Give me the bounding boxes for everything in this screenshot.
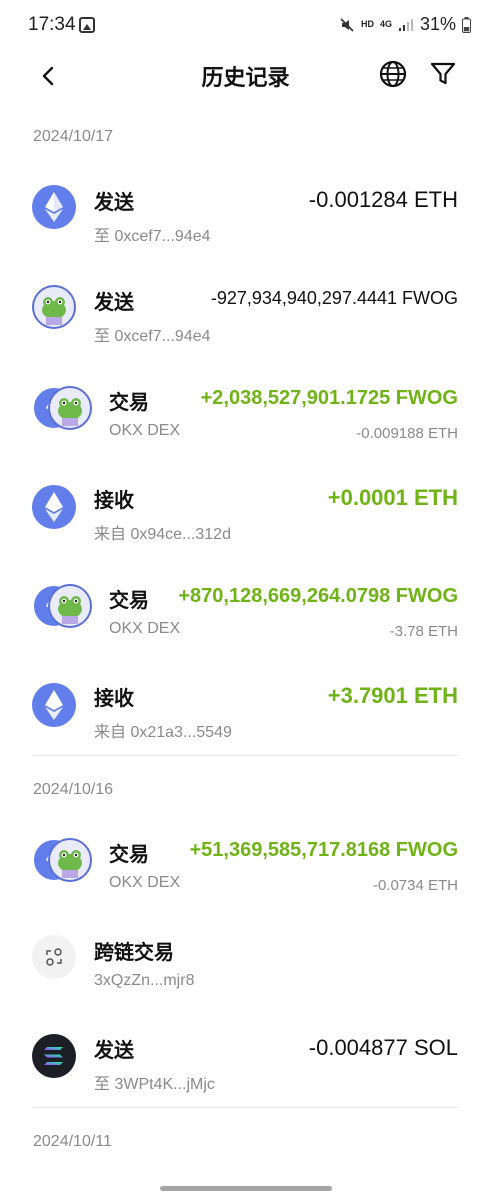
eth-icon [32,185,76,229]
transaction-type: 接收 [94,688,134,710]
sol-icon [32,1034,76,1078]
date-header: 2024/10/11 [33,1133,112,1150]
fwog-icon [32,285,76,329]
section-divider [33,755,458,756]
fwog-icon [48,386,92,430]
transaction-row[interactable]: 发送 至 3WPt4K...jMjc -0.004877 SOL [0,1030,491,1114]
transaction-counterparty: 至 0xcef7...94e4 [94,228,211,245]
swap-icon [32,580,92,628]
transaction-row[interactable]: 跨链交易 3xQzZn...mjr8 [0,932,491,1016]
transaction-counterparty: OKX DEX [109,620,181,637]
globe-icon [379,60,407,88]
token-icon-wrap [32,480,92,529]
battery-percent: 31% [419,14,456,34]
transaction-secondary-amount: -3.78 ETH [389,623,458,640]
transaction-counterparty: OKX DEX [109,874,181,891]
page-title: 历史记录 [201,65,290,90]
mute-icon [340,17,354,32]
transaction-amount: +2,038,527,901.1725 FWOG [200,387,458,409]
transaction-amount: +51,369,585,717.8168 FWOG [189,839,458,861]
transaction-amount: -0.004877 SOL [308,1035,458,1060]
fwog-icon [48,584,92,628]
transaction-type: 发送 [94,1040,134,1062]
gallery-notification-icon [79,17,95,33]
transaction-secondary-amount: -0.009188 ETH [356,425,458,442]
transaction-row[interactable]: 发送 至 0xcef7...94e4 -0.001284 ETH [0,182,491,266]
status-icons: HD 4G 31% [339,14,471,35]
token-icon-wrap [32,182,92,230]
transaction-amount: +870,128,669,264.0798 FWOG [178,585,458,607]
status-time: 17:34 [28,14,76,35]
transaction-amount: +3.7901 ETH [327,683,458,708]
transaction-type: 跨链交易 [94,942,174,964]
transaction-row[interactable]: 交易 OKX DEX +51,369,585,717.8168 FWOG -0.… [0,834,491,918]
eth-icon [32,485,76,529]
fwog-icon [48,838,92,882]
transaction-type: 接收 [94,490,134,512]
transaction-counterparty: 来自 0x94ce...312d [94,526,231,543]
transaction-row[interactable]: 接收 来自 0x94ce...312d +0.0001 ETH [0,480,491,564]
swap-icon [32,382,92,430]
section-divider [33,1107,458,1108]
transaction-counterparty: 至 3WPt4K...jMjc [94,1076,215,1093]
transaction-amount: -927,934,940,297.4441 FWOG [210,288,458,308]
token-icon-wrap [32,282,92,330]
date-header: 2024/10/17 [33,128,114,145]
filter-icon [430,62,456,85]
transaction-type: 发送 [94,292,134,314]
token-icon-wrap [32,1030,92,1078]
hd-label: HD [360,19,374,29]
token-icon-wrap [32,932,92,980]
transaction-row[interactable]: 交易 OKX DEX +870,128,669,264.0798 FWOG -3… [0,580,491,664]
language-button[interactable] [377,58,409,90]
transaction-row[interactable]: 发送 至 0xcef7...94e4 -927,934,940,297.4441… [0,282,491,366]
transaction-row[interactable]: 接收 来自 0x21a3...5549 +3.7901 ETH [0,678,491,762]
transaction-row[interactable]: 交易 OKX DEX +2,038,527,901.1725 FWOG -0.0… [0,382,491,466]
date-header: 2024/10/16 [33,781,114,798]
filter-button[interactable] [427,58,459,90]
transaction-counterparty: 来自 0x21a3...5549 [94,724,232,741]
network-type-label: 4G [379,19,392,29]
transaction-counterparty: OKX DEX [109,422,181,439]
transaction-type: 交易 [109,392,149,414]
transaction-type: 发送 [94,192,134,214]
token-icon-wrap [32,678,92,727]
transaction-counterparty: 3xQzZn...mjr8 [94,972,195,989]
home-indicator[interactable] [160,1186,332,1191]
transaction-type: 交易 [109,590,149,612]
app-header: 历史记录 [0,52,491,100]
transaction-amount: +0.0001 ETH [327,485,458,510]
transaction-secondary-amount: -0.0734 ETH [372,877,458,894]
signal-icon [398,18,413,31]
battery-icon [462,16,471,33]
transaction-counterparty: 至 0xcef7...94e4 [94,328,211,345]
status-bar: 17:34 HD 4G 31% [0,0,491,52]
bridge-icon [32,935,76,979]
eth-icon [32,683,76,727]
transaction-type: 交易 [109,844,149,866]
swap-icon [32,834,92,882]
transaction-amount: -0.001284 ETH [308,187,458,212]
